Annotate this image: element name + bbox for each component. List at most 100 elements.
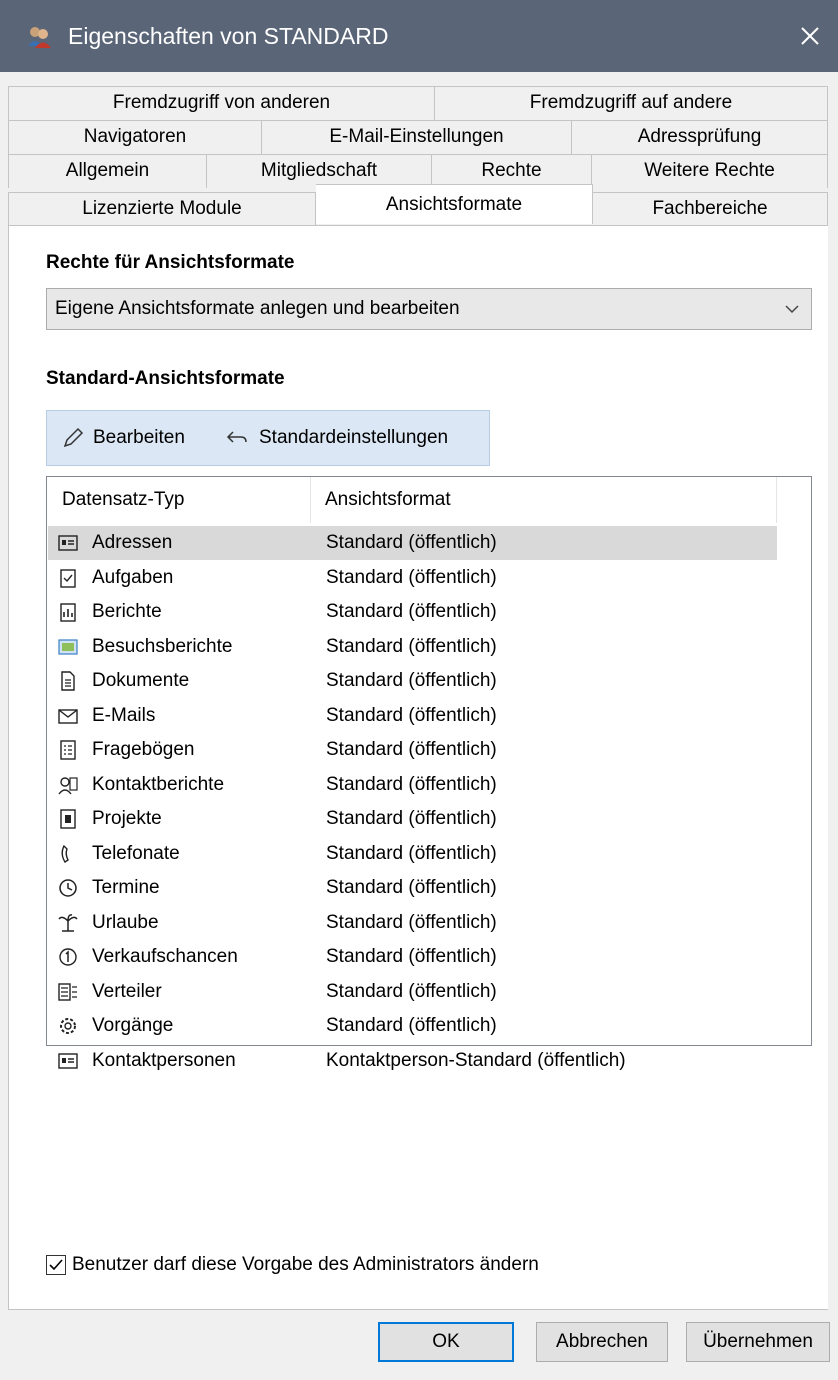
edit-button[interactable]: Bearbeiten <box>61 411 185 465</box>
tab-allgemein[interactable]: Allgemein <box>8 154 207 188</box>
view-format-cell: Standard (öffentlich) <box>326 773 497 795</box>
tab-row-2: Navigatoren E-Mail-Einstellungen Adressp… <box>8 120 828 154</box>
record-type-cell: Aufgaben <box>92 566 174 588</box>
record-type-cell: Telefonate <box>92 842 180 864</box>
tab-row-4: Lizenzierte Module Ansichtsformate Fachb… <box>8 184 828 226</box>
tab-fremdzugriff-von-anderen[interactable]: Fremdzugriff von anderen <box>8 86 435 120</box>
rights-dropdown-value: Eigene Ansichtsformate anlegen und bearb… <box>55 298 460 319</box>
visit-report-icon <box>58 638 78 655</box>
report-icon <box>60 603 76 622</box>
tab-row-1: Fremdzugriff von anderen Fremdzugriff au… <box>8 86 828 120</box>
apply-button[interactable]: Übernehmen <box>686 1322 830 1362</box>
table-row[interactable]: E-Mails Standard (öffentlich) <box>48 699 777 733</box>
record-type-cell: Verkaufschancen <box>92 946 238 967</box>
table-row[interactable]: Telefonate Standard (öffentlich) <box>48 837 777 871</box>
tab-lizenzierte-module[interactable]: Lizenzierte Module <box>8 192 316 226</box>
ok-button[interactable]: OK <box>378 1322 514 1362</box>
record-type-cell: Verteiler <box>92 980 162 1002</box>
rights-dropdown[interactable]: Eigene Ansichtsformate anlegen und bearb… <box>46 288 812 330</box>
tab-adresspruefung[interactable]: Adressprüfung <box>572 120 828 154</box>
record-type-cell: Projekte <box>92 808 162 829</box>
record-type-cell: Adressen <box>92 532 173 553</box>
view-format-cell: Standard (öffentlich) <box>326 877 497 898</box>
table-row[interactable]: Vorgänge Standard (öffentlich) <box>48 1009 777 1043</box>
reset-defaults-button[interactable]: Standardeinstellungen <box>225 411 448 465</box>
tab-rechte[interactable]: Rechte <box>432 154 592 188</box>
project-icon <box>60 809 76 829</box>
view-format-cell: Standard (öffentlich) <box>326 635 497 657</box>
record-type-cell: Termine <box>92 877 160 898</box>
record-type-cell: Fragebögen <box>92 739 195 760</box>
standard-section-title: Standard-Ansichtsformate <box>46 368 285 389</box>
table-row[interactable]: Termine Standard (öffentlich) <box>48 871 777 905</box>
table-row[interactable]: Berichte Standard (öffentlich) <box>48 595 777 629</box>
chevron-down-icon <box>785 305 799 314</box>
record-type-cell: Urlaube <box>92 911 159 933</box>
admin-override-label: Benutzer darf diese Vorgabe des Administ… <box>72 1254 539 1275</box>
tab-mitgliedschaft[interactable]: Mitgliedschaft <box>207 154 432 188</box>
view-format-cell: Standard (öffentlich) <box>326 842 497 864</box>
contact-card-icon <box>58 1052 78 1069</box>
close-button[interactable] <box>782 0 838 72</box>
address-card-icon <box>58 535 78 551</box>
document-icon <box>61 671 75 691</box>
phone-icon <box>61 844 69 863</box>
record-type-cell: Dokumente <box>92 670 190 691</box>
view-format-cell: Standard (öffentlich) <box>326 808 497 829</box>
undo-icon <box>226 431 247 443</box>
window-title: Eigenschaften von STANDARD <box>68 23 389 49</box>
task-icon <box>60 568 76 588</box>
view-format-cell: Standard (öffentlich) <box>326 980 497 1002</box>
table-row[interactable]: Verteiler Standard (öffentlich) <box>48 975 777 1009</box>
distribution-icon <box>58 982 77 1001</box>
questionnaire-icon <box>60 740 76 760</box>
tab-weitere-rechte[interactable]: Weitere Rechte <box>592 154 828 188</box>
table-row[interactable]: Kontaktberichte Standard (öffentlich) <box>48 768 777 802</box>
view-format-list[interactable]: Datensatz-Typ Ansichtsformat Adressen Sta… <box>46 476 812 1071</box>
properties-dialog: Eigenschaften von STANDARD Fremdzugriff … <box>0 0 838 1380</box>
users-app-icon <box>28 27 51 48</box>
record-type-cell: Vorgänge <box>92 1015 174 1036</box>
view-format-cell: Standard (öffentlich) <box>326 566 497 588</box>
tab-ansichtsformate[interactable]: Ansichtsformate <box>316 184 593 224</box>
admin-override-checkbox[interactable]: Benutzer darf diese Vorgabe des Administ… <box>46 1254 539 1276</box>
tab-row-3: Allgemein Mitgliedschaft Rechte Weitere … <box>8 154 828 188</box>
tab-email-einstellungen[interactable]: E-Mail-Einstellungen <box>262 120 572 154</box>
record-type-cell: E-Mails <box>92 704 156 726</box>
table-row[interactable]: Kontaktpersonen Kontaktperson-Standard (ö… <box>48 1044 777 1078</box>
view-format-cell: Standard (öffentlich) <box>326 911 497 933</box>
record-type-cell: Kontaktpersonen <box>92 1049 236 1071</box>
close-icon <box>801 27 819 45</box>
table-row[interactable]: Aufgaben Standard (öffentlich) <box>48 561 777 595</box>
table-row[interactable]: Urlaube Standard (öffentlich) <box>48 906 777 940</box>
tab-navigatoren[interactable]: Navigatoren <box>8 120 262 154</box>
tab-fremdzugriff-auf-andere[interactable]: Fremdzugriff auf andere <box>435 86 828 120</box>
table-row[interactable]: Adressen Standard (öffentlich) <box>48 526 777 560</box>
table-row[interactable]: Verkaufschancen Standard (öffentlich) <box>48 940 777 974</box>
checkbox-checked-icon[interactable] <box>46 1255 66 1275</box>
gear-icon <box>60 1018 76 1034</box>
tab-fachbereiche[interactable]: Fachbereiche <box>593 192 828 226</box>
table-row[interactable]: Dokumente Standard (öffentlich) <box>48 664 777 698</box>
record-type-cell: Kontaktberichte <box>92 773 225 795</box>
table-row[interactable]: Besuchsberichte Standard (öffentlich) <box>48 630 777 664</box>
opportunity-icon <box>59 948 77 966</box>
column-header-view-format[interactable]: Ansichtsformat <box>311 477 777 523</box>
record-type-cell: Berichte <box>92 601 162 622</box>
view-format-cell: Standard (öffentlich) <box>326 946 497 967</box>
view-format-cell: Standard (öffentlich) <box>326 601 497 622</box>
rights-section-title: Rechte für Ansichtsformate <box>46 252 295 273</box>
view-format-cell: Standard (öffentlich) <box>326 739 497 760</box>
table-row[interactable]: Projekte Standard (öffentlich) <box>48 802 777 836</box>
view-format-cell: Standard (öffentlich) <box>326 532 497 553</box>
edit-button-label: Bearbeiten <box>93 427 185 448</box>
table-row[interactable]: Fragebögen Standard (öffentlich) <box>48 733 777 767</box>
clock-icon <box>59 879 77 897</box>
pencil-icon <box>63 427 84 448</box>
title-bar[interactable]: Eigenschaften von STANDARD <box>0 0 838 72</box>
reset-defaults-label: Standardeinstellungen <box>259 427 449 448</box>
view-format-cell: Standard (öffentlich) <box>326 670 497 691</box>
view-format-cell: Standard (öffentlich) <box>326 704 497 726</box>
column-header-record-type[interactable]: Datensatz-Typ <box>48 477 311 523</box>
cancel-button[interactable]: Abbrechen <box>536 1322 668 1362</box>
